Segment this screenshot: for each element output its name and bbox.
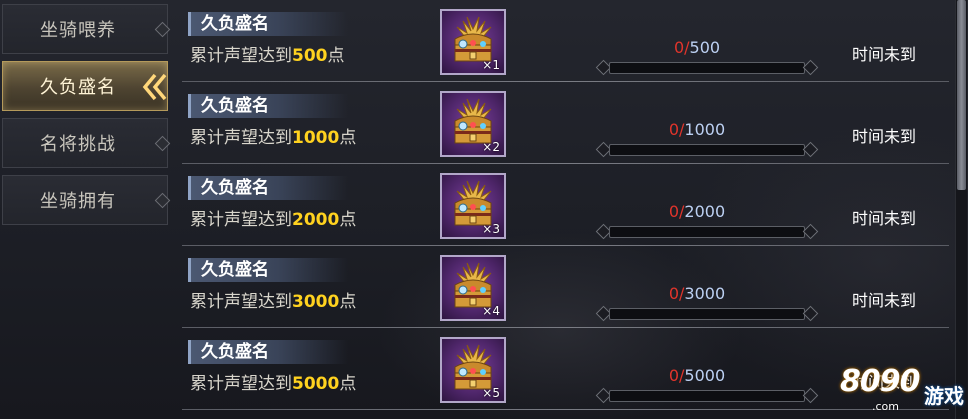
tab-renowned[interactable]: 久负盛名: [2, 61, 168, 111]
reward-quantity: ×2: [482, 140, 500, 154]
progress-total: 2000: [684, 202, 726, 221]
desc-prefix: 累计声望达到: [190, 292, 292, 312]
tab-label: 坐骑喂养: [40, 20, 116, 41]
reward-quantity: ×5: [482, 386, 500, 400]
achievement-title: 久负盛名: [188, 258, 348, 282]
sidebar: 坐骑喂养 久负盛名 名将挑战 坐骑拥有: [0, 0, 176, 419]
progress-bar: [595, 305, 819, 322]
reward-slot[interactable]: ×1: [440, 9, 506, 75]
achievement-desc: 累计声望达到1000点: [190, 126, 356, 150]
desc-target: 1000: [292, 128, 340, 148]
achievement-title: 久负盛名: [188, 176, 348, 200]
bar-end-right-icon: [802, 141, 819, 158]
watermark-text: 游戏: [924, 384, 964, 408]
progress-bar: [595, 141, 819, 158]
reward-quantity: ×4: [482, 304, 500, 318]
achievement-desc: 累计声望达到2000点: [190, 208, 356, 232]
desc-target: 500: [292, 46, 328, 66]
scrollbar[interactable]: [955, 0, 967, 419]
tab-knob-icon: [154, 192, 171, 209]
progress-total: 3000: [684, 284, 726, 303]
achievement-desc: 累计声望达到500点: [190, 44, 345, 68]
achievement-row: 久负盛名 累计声望达到1000点 ×2 0/1000 时间未到: [182, 82, 949, 164]
status-label: 时间未到: [852, 45, 917, 64]
progress-track: [609, 62, 805, 74]
progress-track: [609, 226, 805, 238]
achievement-desc: 累计声望达到3000点: [190, 290, 356, 314]
progress-total: 500: [689, 38, 721, 57]
desc-suffix: 点: [339, 210, 357, 230]
reward-quantity: ×3: [482, 222, 500, 236]
reward-slot[interactable]: ×2: [440, 91, 506, 157]
desc-target: 5000: [292, 374, 340, 394]
tab-label: 名将挑战: [40, 134, 116, 155]
progress-current: 0: [668, 120, 680, 139]
tab-knob-icon: [154, 21, 171, 38]
bar-end-right-icon: [802, 59, 819, 76]
reward-slot[interactable]: ×3: [440, 173, 506, 239]
desc-suffix: 点: [339, 374, 357, 394]
reward-quantity: ×1: [482, 58, 500, 72]
desc-prefix: 累计声望达到: [190, 374, 292, 394]
progress-bar: [595, 223, 819, 240]
tab-knob-icon: [154, 135, 171, 152]
site-watermark: 8090 游戏 .com: [836, 362, 966, 418]
progress-current: 0: [673, 38, 685, 57]
desc-prefix: 累计声望达到: [190, 128, 292, 148]
progress-current: 0: [668, 202, 680, 221]
bar-end-right-icon: [802, 305, 819, 322]
bar-end-right-icon: [802, 223, 819, 240]
status-label: 时间未到: [852, 209, 917, 228]
achievement-desc: 累计声望达到5000点: [190, 372, 356, 396]
achievement-row: 久负盛名 累计声望达到2000点 ×3 0/2000 时间未到: [182, 164, 949, 246]
tab-general-challenge[interactable]: 名将挑战: [2, 118, 171, 168]
progress-bar: [595, 59, 819, 76]
progress-track: [609, 144, 805, 156]
desc-prefix: 累计声望达到: [190, 210, 292, 230]
progress-text: 0/500: [592, 38, 802, 57]
desc-target: 3000: [292, 292, 340, 312]
tab-label: 坐骑拥有: [40, 191, 116, 212]
progress-total: 5000: [684, 366, 726, 385]
reward-slot[interactable]: ×4: [440, 255, 506, 321]
achievement-title: 久负盛名: [188, 94, 348, 118]
scroll-thumb[interactable]: [957, 0, 966, 190]
achievement-title: 久负盛名: [188, 12, 348, 36]
achievement-row: 久负盛名 累计声望达到3000点 ×4 0/3000 时间未到: [182, 246, 949, 328]
tab-label: 久负盛名: [40, 77, 116, 98]
achievement-row: 久负盛名 累计声望达到5000点 ×5 0/5000 时间未到: [182, 328, 949, 410]
achievement-title: 久负盛名: [188, 340, 348, 364]
progress-text: 0/2000: [592, 202, 802, 221]
reward-slot[interactable]: ×5: [440, 337, 506, 403]
progress-total: 1000: [684, 120, 726, 139]
progress-text: 0/5000: [592, 366, 802, 385]
double-chevron-left-icon: [142, 73, 167, 101]
desc-suffix: 点: [339, 292, 357, 312]
watermark-url: .com: [872, 400, 899, 413]
bar-end-right-icon: [802, 387, 819, 404]
desc-prefix: 累计声望达到: [190, 46, 292, 66]
achievement-row: 久负盛名 累计声望达到500点 ×1 0/500 时间未到: [182, 0, 949, 82]
tab-mount-feeding[interactable]: 坐骑喂养: [2, 4, 171, 54]
progress-track: [609, 390, 805, 402]
progress-track: [609, 308, 805, 320]
desc-target: 2000: [292, 210, 340, 230]
status-label: 时间未到: [852, 291, 917, 310]
watermark-number: 8090: [840, 364, 920, 399]
desc-suffix: 点: [339, 128, 357, 148]
progress-current: 0: [668, 284, 680, 303]
row-divider: [182, 409, 949, 410]
progress-current: 0: [668, 366, 680, 385]
progress-bar: [595, 387, 819, 404]
tab-mount-owned[interactable]: 坐骑拥有: [2, 175, 171, 225]
desc-suffix: 点: [327, 46, 345, 66]
status-label: 时间未到: [852, 127, 917, 146]
progress-text: 0/1000: [592, 120, 802, 139]
progress-text: 0/3000: [592, 284, 802, 303]
achievement-list: 久负盛名 累计声望达到500点 ×1 0/500 时间未到 久负盛名 累计声望达…: [176, 0, 954, 419]
